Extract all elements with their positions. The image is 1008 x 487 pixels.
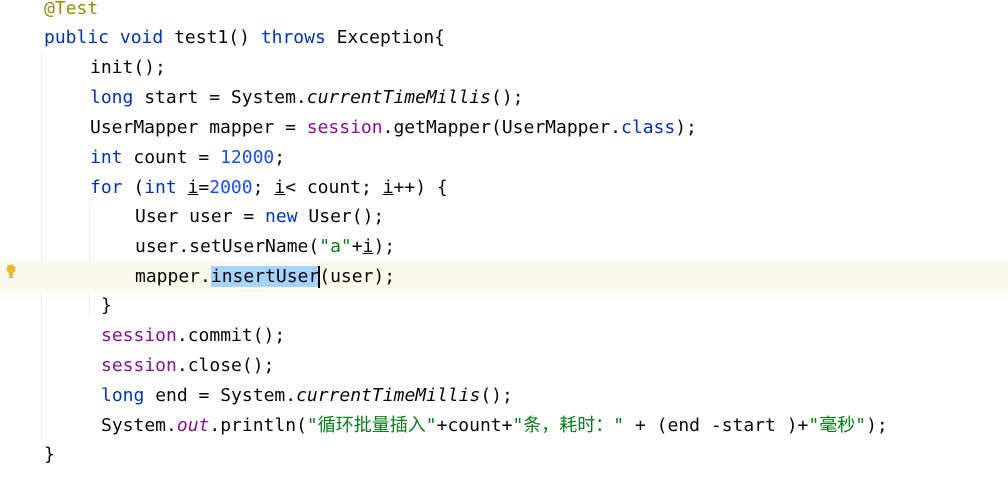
code-token: start = System. — [133, 87, 307, 108]
keyword-token: class — [621, 117, 676, 138]
code-line[interactable]: init(); — [0, 53, 1008, 83]
code-line[interactable]: session.close(); — [0, 351, 1008, 381]
code-line[interactable]: int count = 12000; — [0, 143, 1008, 173]
annotation-token: @Test — [44, 0, 99, 19]
code-line[interactable]: } — [0, 440, 1008, 470]
code-token: ); — [866, 415, 888, 436]
code-token: Exception{ — [325, 27, 446, 48]
code-token: User user = — [135, 206, 266, 227]
code-token: ( — [122, 177, 145, 198]
code-token: ; — [252, 177, 275, 198]
code-line[interactable]: public void test1() throws Exception{ — [0, 23, 1008, 53]
code-editor[interactable]: @Test public void test1() throws Excepti… — [0, 0, 1008, 487]
code-token: mapper. — [135, 266, 211, 287]
variable-token: i — [362, 236, 374, 257]
code-token: ); — [675, 117, 697, 138]
code-token: < count; — [285, 177, 383, 198]
code-token: = — [198, 177, 210, 198]
keyword-token: throws — [260, 27, 326, 48]
keyword-token: for — [90, 177, 123, 198]
code-token: } — [44, 444, 55, 465]
field-token: session — [101, 355, 177, 376]
variable-token: i — [382, 177, 394, 198]
code-line[interactable]: session.commit(); — [0, 321, 1008, 351]
code-token: } — [101, 295, 112, 316]
code-line-current[interactable]: mapper.insertUser(user); — [0, 262, 1008, 292]
string-token: "条，耗时：" — [512, 415, 625, 436]
code-token: ++) { — [393, 177, 448, 198]
code-line[interactable]: } — [0, 291, 1008, 321]
field-token: session — [306, 117, 383, 138]
code-token: ; — [274, 147, 286, 168]
string-token: "循环批量插入" — [306, 415, 437, 436]
code-token: UserMapper mapper = — [90, 117, 307, 138]
code-line[interactable]: user.setUserName("a"+i); — [0, 232, 1008, 262]
code-token: .getMapper(UserMapper. — [382, 117, 622, 138]
code-token: count = — [122, 147, 221, 168]
keyword-token: long — [90, 87, 134, 108]
lightbulb-icon[interactable] — [4, 263, 18, 281]
variable-token: i — [187, 177, 199, 198]
code-line[interactable]: long end = System.currentTimeMillis(); — [0, 381, 1008, 411]
code-token: (user); — [319, 266, 396, 287]
code-token: .println( — [209, 415, 307, 436]
static-method-token: currentTimeMillis — [306, 87, 491, 108]
number-token: 2000 — [209, 177, 253, 198]
number-token: 12000 — [220, 147, 275, 168]
code-token: ); — [373, 236, 396, 257]
code-token: test1() — [163, 27, 261, 48]
code-token: end = System. — [144, 385, 297, 406]
code-line[interactable]: User user = new User(); — [0, 202, 1008, 232]
string-token: "毫秒" — [808, 415, 867, 436]
code-token: +count+ — [436, 415, 513, 436]
selected-text: insertUser — [210, 266, 320, 287]
code-line[interactable]: System.out.println("循环批量插入"+count+"条，耗时：… — [0, 411, 1008, 441]
code-token: User(); — [297, 206, 385, 227]
keyword-token: long — [101, 385, 145, 406]
keyword-token: int — [144, 177, 177, 198]
code-line[interactable]: long start = System.currentTimeMillis(); — [0, 83, 1008, 113]
code-token: System. — [101, 415, 177, 436]
static-method-token: currentTimeMillis — [296, 385, 481, 406]
code-token: (); — [480, 385, 513, 406]
variable-token: i — [274, 177, 286, 198]
keyword-token: int — [90, 147, 123, 168]
keyword-token: new — [265, 206, 298, 227]
code-token: + — [351, 236, 363, 257]
field-token: session — [101, 325, 177, 346]
code-line[interactable]: for (int i=2000; i< count; i++) { — [0, 173, 1008, 203]
code-token: .close(); — [176, 355, 275, 376]
static-field-token: out — [176, 415, 210, 436]
code-token: + (end -start )+ — [624, 415, 809, 436]
code-token: (); — [490, 87, 524, 108]
code-token: user.setUserName( — [135, 236, 320, 257]
code-token: init(); — [90, 57, 166, 78]
string-token: "a" — [319, 236, 352, 257]
keyword-token: public — [44, 27, 110, 48]
code-token: .commit(); — [176, 325, 286, 346]
code-line[interactable]: @Test — [0, 0, 1008, 24]
code-line[interactable]: UserMapper mapper = session.getMapper(Us… — [0, 113, 1008, 143]
keyword-token: void — [119, 27, 164, 48]
